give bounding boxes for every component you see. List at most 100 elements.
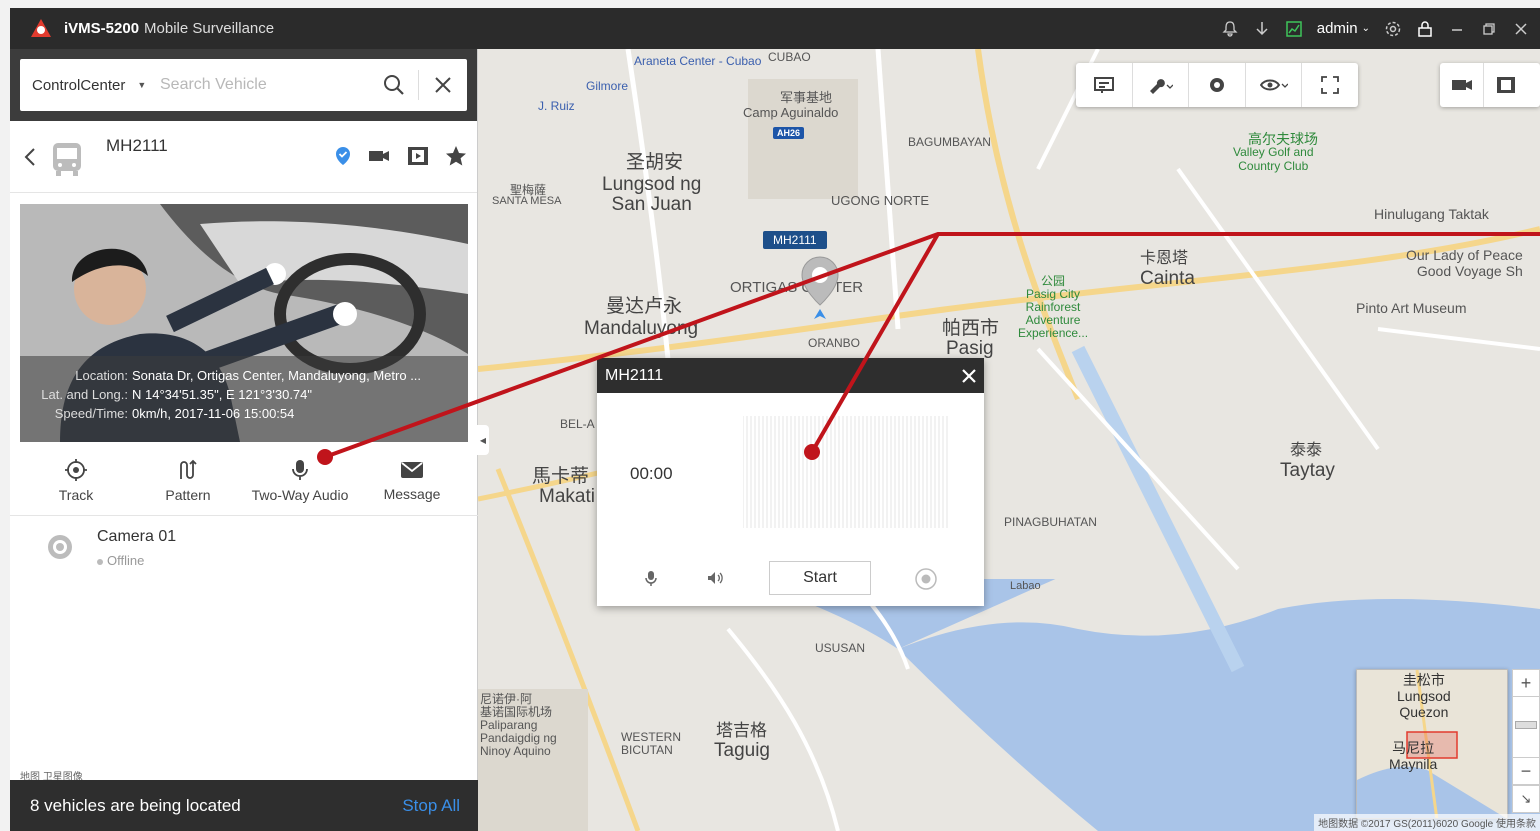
- speed-time-label: Speed/Time:: [54, 406, 128, 421]
- map-label: 塔吉格: [716, 721, 767, 740]
- map-label: Gilmore: [586, 79, 629, 93]
- vehicle-header: MH2111: [10, 121, 477, 193]
- collapse-panel-button[interactable]: ◀: [477, 425, 489, 455]
- search-button[interactable]: [370, 59, 418, 111]
- record-icon[interactable]: [915, 568, 937, 590]
- location-value: Sonata Dr, Ortigas Center, Mandaluyong, …: [132, 368, 422, 383]
- map-label: 尼诺伊·阿 基诺国际机场 Paliparang Pandaigdig ng Ni…: [480, 692, 557, 758]
- zoom-out-button[interactable]: −: [1512, 757, 1540, 785]
- map-label: BAGUMBAYAN: [908, 135, 991, 149]
- map-tools-button[interactable]: [1133, 63, 1190, 107]
- map-label: PINAGBUHATAN: [1004, 515, 1097, 529]
- vehicle-pin-icon[interactable]: [800, 255, 840, 321]
- zoom-control: + − ↘: [1512, 669, 1540, 813]
- map-label: UGONG NORTE: [831, 193, 929, 208]
- map-label: Cainta: [1140, 268, 1195, 289]
- map-label: Valley Golf and Country Club: [1233, 145, 1314, 173]
- map-label: Labao: [1010, 580, 1041, 592]
- scope-dropdown[interactable]: ControlCenter ▼: [20, 77, 160, 94]
- map-label: Makati: [539, 486, 595, 507]
- location-pin-icon[interactable]: [335, 146, 351, 166]
- star-icon[interactable]: [445, 145, 467, 167]
- map-view-button[interactable]: [1246, 63, 1303, 107]
- zoom-knob[interactable]: [1515, 721, 1537, 729]
- vehicle-map-tag[interactable]: MH2111: [763, 231, 827, 249]
- map-label: SANTA MESA: [492, 195, 562, 207]
- film-icon[interactable]: [407, 146, 429, 166]
- vehicle-actions: [335, 145, 467, 167]
- camera-name: Camera 01: [97, 528, 177, 545]
- app-title: iVMS-5200: [64, 20, 140, 37]
- chevron-left-icon: ◀: [479, 435, 487, 445]
- video-camera-icon: [1451, 80, 1472, 90]
- download-icon[interactable]: [1253, 20, 1271, 38]
- vehicle-info-overlay: Location: Sonata Dr, Ortigas Center, Mand…: [20, 356, 468, 442]
- live-video-button[interactable]: [1440, 63, 1484, 107]
- map-label: J. Ruiz: [538, 99, 575, 113]
- status-dot: [97, 558, 103, 565]
- map-list-button[interactable]: [1076, 63, 1133, 107]
- map-label: Our Lady of Peace Good Voyage Sh: [1406, 247, 1523, 279]
- map-settings-button[interactable]: [1189, 63, 1246, 107]
- map-label: 军事基地: [780, 90, 833, 105]
- map-label: Pasig: [946, 338, 994, 359]
- clear-search-button[interactable]: [419, 59, 467, 111]
- minimize-icon[interactable]: [1448, 20, 1466, 38]
- minimap-toggle-button[interactable]: ↘: [1512, 785, 1540, 813]
- microphone-icon: [292, 460, 308, 480]
- camera-status: Offline: [97, 553, 144, 568]
- locating-bar: 8 vehicles are being located Stop All: [10, 780, 478, 831]
- overview-minimap[interactable]: 圭松市 Lungsod Quezon 马尼拉 Maynila: [1356, 669, 1508, 819]
- start-button[interactable]: Start: [769, 561, 871, 595]
- close-icon[interactable]: [962, 368, 976, 383]
- title-bar: iVMS-5200 Mobile Surveillance admin ⌄: [10, 8, 1540, 49]
- pattern-label: Pattern: [165, 487, 211, 503]
- two-way-audio-button[interactable]: Two-Way Audio: [244, 447, 356, 515]
- bus-icon: [53, 143, 81, 176]
- two-way-audio-dialog: MH2111 00:00 Start: [597, 358, 984, 606]
- map-toolbar: [1076, 63, 1358, 107]
- camera-list-item[interactable]: Camera 01 Offline: [10, 519, 478, 581]
- eye-icon: [1259, 79, 1288, 91]
- stop-all-button[interactable]: Stop All: [402, 796, 460, 816]
- restore-icon[interactable]: [1480, 20, 1498, 38]
- zoom-in-button[interactable]: +: [1512, 669, 1540, 697]
- message-label: Message: [383, 486, 441, 502]
- audio-timer: 00:00: [630, 464, 673, 483]
- map-label: Araneta Center - Cubao: [634, 54, 762, 68]
- map-label: ORANBO: [808, 336, 861, 350]
- dialog-title: MH2111: [605, 366, 664, 384]
- video-preview[interactable]: Location: Sonata Dr, Ortigas Center, Mand…: [20, 204, 468, 442]
- wrench-icon: [1150, 79, 1174, 94]
- app-logo-icon: [31, 18, 51, 37]
- close-icon[interactable]: [1512, 20, 1530, 38]
- user-name: admin: [1316, 20, 1358, 37]
- speed-time-value: 0km/h, 2017-11-06 15:00:54: [132, 406, 295, 421]
- fullscreen-button[interactable]: [1302, 63, 1358, 107]
- playback-button[interactable]: [1484, 63, 1528, 107]
- track-button[interactable]: Track: [20, 447, 132, 515]
- video-camera-icon[interactable]: [367, 148, 391, 164]
- lock-icon[interactable]: [1416, 20, 1434, 38]
- vehicle-name: MH2111: [106, 136, 168, 155]
- settings-icon[interactable]: [1384, 20, 1402, 38]
- pattern-button[interactable]: Pattern: [132, 447, 244, 515]
- locating-message: 8 vehicles are being located: [30, 795, 241, 815]
- user-menu[interactable]: admin ⌄: [1317, 20, 1370, 37]
- quick-actions: Track Pattern Two-Way Audio Message: [20, 447, 468, 515]
- target-icon: [65, 459, 87, 481]
- map-label: 帕西市: [942, 318, 1000, 339]
- location-label: Location:: [75, 368, 128, 383]
- speaker-icon[interactable]: [707, 571, 723, 585]
- caret-down-icon: ▼: [137, 80, 147, 90]
- microphone-icon[interactable]: [645, 570, 657, 586]
- search-input[interactable]: [160, 76, 370, 94]
- bell-icon[interactable]: [1221, 20, 1239, 38]
- message-button[interactable]: Message: [356, 447, 468, 515]
- fullscreen-icon: [1321, 76, 1340, 94]
- chart-icon[interactable]: [1285, 20, 1303, 38]
- zoom-slider[interactable]: [1512, 697, 1540, 757]
- back-button[interactable]: [20, 143, 40, 171]
- map-label: CUBAO: [768, 50, 811, 64]
- list-icon: [1093, 77, 1114, 93]
